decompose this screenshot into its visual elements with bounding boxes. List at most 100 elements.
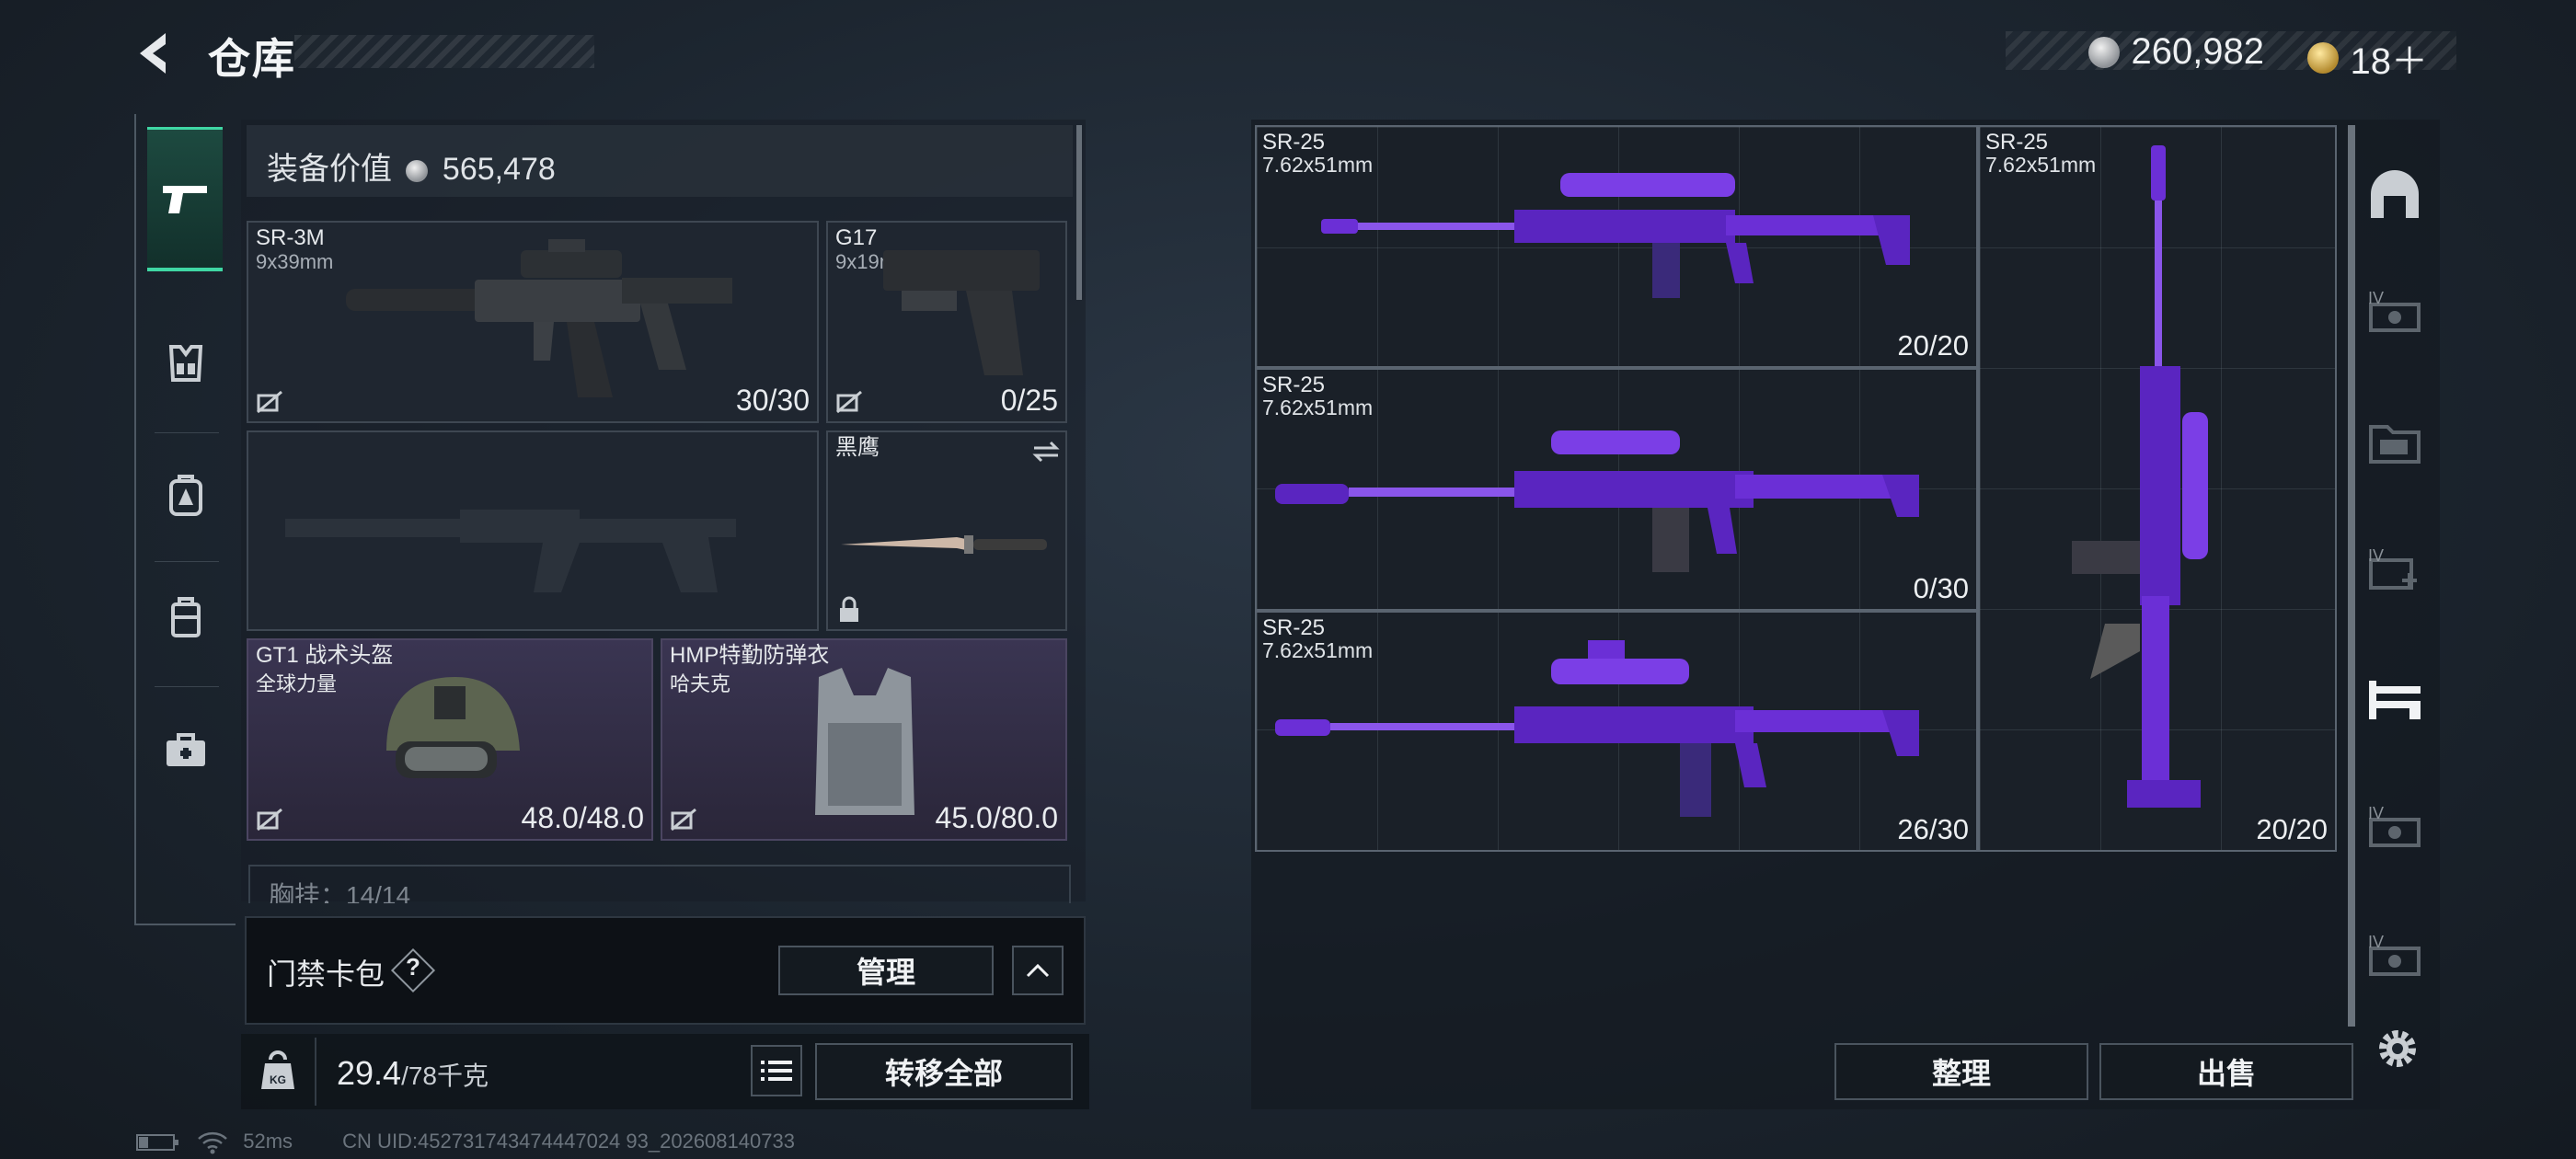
chest-rig-row[interactable]: 胸挂：14/14	[248, 865, 1071, 903]
weapon-ammo-count: 0/25	[1000, 384, 1058, 417]
storage-category-weapons[interactable]	[2363, 668, 2427, 732]
silver-coin-icon	[2088, 36, 2120, 68]
backpack-icon	[169, 475, 202, 516]
header-stripe-decoration	[294, 35, 594, 68]
helmet-image	[386, 677, 520, 778]
currency-silver[interactable]: 260,982	[2088, 31, 2264, 73]
helmet-durability: 48.0/48.0	[521, 801, 644, 834]
loadout-scrollbar[interactable]	[1076, 125, 1082, 300]
weapon-name: SR-3M	[256, 225, 325, 250]
list-view-button[interactable]	[751, 1045, 802, 1096]
back-arrow-icon[interactable]	[129, 26, 184, 81]
rifle-silhouette-icon	[285, 510, 736, 592]
tier-label: IV	[2368, 933, 2385, 951]
tab-backpack[interactable]	[149, 464, 223, 528]
storage-category-3[interactable]: IV	[2363, 539, 2427, 603]
sr25-purple-rifle-vertical-image	[2072, 145, 2208, 808]
item-name: SR-25	[1262, 373, 1326, 397]
manage-button[interactable]: 管理	[778, 946, 994, 995]
item-ammo-count: 0/30	[1913, 572, 1969, 604]
sr25-purple-rifle-image	[1275, 430, 1919, 572]
tab-weapons[interactable]	[147, 127, 223, 271]
status-footer: 52ms CN UID:452731743474447024 93_202608…	[136, 1130, 795, 1154]
equipment-tab-rail	[134, 114, 236, 925]
storage-category-all[interactable]	[2363, 162, 2427, 226]
pistol-icon	[163, 186, 207, 213]
armor-slot[interactable]: HMP特勤防弹衣 哈夫克 45.0/80.0	[661, 638, 1067, 841]
currency-silver-value: 260,982	[2131, 31, 2265, 72]
not-insured-icon	[257, 808, 282, 832]
tier-label: IV	[2368, 804, 2385, 822]
sr25-purple-rifle-image	[1321, 173, 1910, 298]
help-icon-glyph: ?	[406, 953, 420, 981]
tier-label: IV	[2368, 546, 2385, 565]
tab-chest-rig[interactable]	[149, 331, 223, 396]
item-ammo-count: 20/20	[1897, 329, 1969, 361]
gear-icon[interactable]	[2372, 1023, 2423, 1074]
storage-house-icon	[2371, 170, 2419, 218]
storage-item-sr25[interactable]: SR-25 7.62x51mm 0/30	[1255, 368, 1978, 611]
equipment-value-number: 565,478	[442, 152, 556, 187]
g17-pistol-image	[883, 250, 1040, 375]
storage-item-sr25-vertical[interactable]: SR-25 7.62x51mm 20/20	[1978, 125, 2337, 852]
storage-item-sr25[interactable]: SR-25 7.62x51mm 20/20	[1255, 125, 1978, 368]
secondary-weapon-slot[interactable]: G17 9x19mm 0/25	[826, 221, 1067, 423]
silver-coin-icon	[406, 160, 429, 183]
tab-case[interactable]	[149, 585, 223, 649]
storage-folder-icon	[2369, 425, 2421, 464]
medkit-icon	[167, 733, 205, 766]
storage-category-5[interactable]: IV	[2363, 925, 2427, 990]
item-ammo-count: 20/20	[2256, 813, 2328, 845]
currency-gold-value: 18＋	[2350, 41, 2428, 82]
gold-coin-icon	[2307, 42, 2339, 74]
armor-durability: 45.0/80.0	[935, 801, 1058, 834]
storage-scrollbar[interactable]	[2348, 125, 2355, 1027]
chevron-up-icon	[1026, 963, 1050, 978]
sort-button[interactable]: 整理	[1834, 1043, 2088, 1100]
case-icon	[171, 597, 201, 637]
not-insured-icon	[257, 390, 282, 414]
carry-weight-value: 29.4	[337, 1054, 402, 1092]
weapon-ammo: 9x39mm	[256, 250, 334, 273]
equipment-value-label: 装备价值	[267, 152, 392, 187]
armor-vest-image	[815, 668, 914, 815]
storage-category-4[interactable]: IV	[2363, 797, 2427, 861]
list-icon	[761, 1061, 792, 1081]
helmet-brand: 全球力量	[256, 672, 338, 695]
chest-rig-capacity: 胸挂：14/14	[269, 881, 411, 903]
weapon-ammo-count: 30/30	[735, 384, 810, 417]
empty-weapon-slot[interactable]	[247, 430, 819, 631]
page-title: 仓库	[208, 35, 296, 83]
sr25-purple-rifle-image	[1275, 640, 1919, 817]
chest-rig-icon	[168, 345, 203, 382]
user-uid: CN UID:452731743474447024 93_20260814073…	[342, 1130, 795, 1153]
armor-brand: 哈夫克	[670, 672, 731, 695]
tab-medkit[interactable]	[149, 717, 223, 782]
storage-item-sr25[interactable]: SR-25 7.62x51mm 26/30	[1255, 611, 1978, 852]
primary-weapon-slot[interactable]: SR-3M 9x39mm 30/30	[247, 221, 819, 423]
storage-category-1[interactable]: IV	[2363, 281, 2427, 346]
melee-name: 黑鹰	[835, 435, 880, 460]
melee-slot[interactable]: 黑鹰	[826, 430, 1067, 631]
tier-label: IV	[2368, 289, 2385, 307]
item-ammo-count: 26/30	[1897, 813, 1969, 845]
sell-button[interactable]: 出售	[2099, 1043, 2353, 1100]
not-insured-icon	[671, 808, 696, 832]
carry-weight-max: /78千克	[401, 1061, 489, 1090]
collapse-button[interactable]	[1012, 946, 1064, 995]
battery-icon	[136, 1134, 178, 1152]
storage-weapons-icon	[2369, 681, 2421, 719]
transfer-all-button[interactable]: 转移全部	[815, 1043, 1073, 1100]
helmet-slot[interactable]: GT1 战术头盔 全球力量 48.0/48.0	[247, 638, 653, 841]
lock-icon	[840, 596, 858, 622]
carry-weight: 29.4/78千克	[337, 1054, 489, 1093]
swap-icon[interactable]	[1030, 440, 1062, 464]
sr3m-rifle-image	[346, 239, 732, 397]
currency-gold[interactable]: 18＋	[2307, 31, 2428, 85]
item-name: SR-25	[1262, 130, 1326, 155]
storage-category-2[interactable]	[2363, 410, 2427, 475]
not-insured-icon	[836, 390, 862, 414]
wifi-icon	[198, 1132, 227, 1154]
equipment-value: 装备价值 565,478	[267, 143, 556, 189]
knife-image	[841, 535, 1047, 554]
